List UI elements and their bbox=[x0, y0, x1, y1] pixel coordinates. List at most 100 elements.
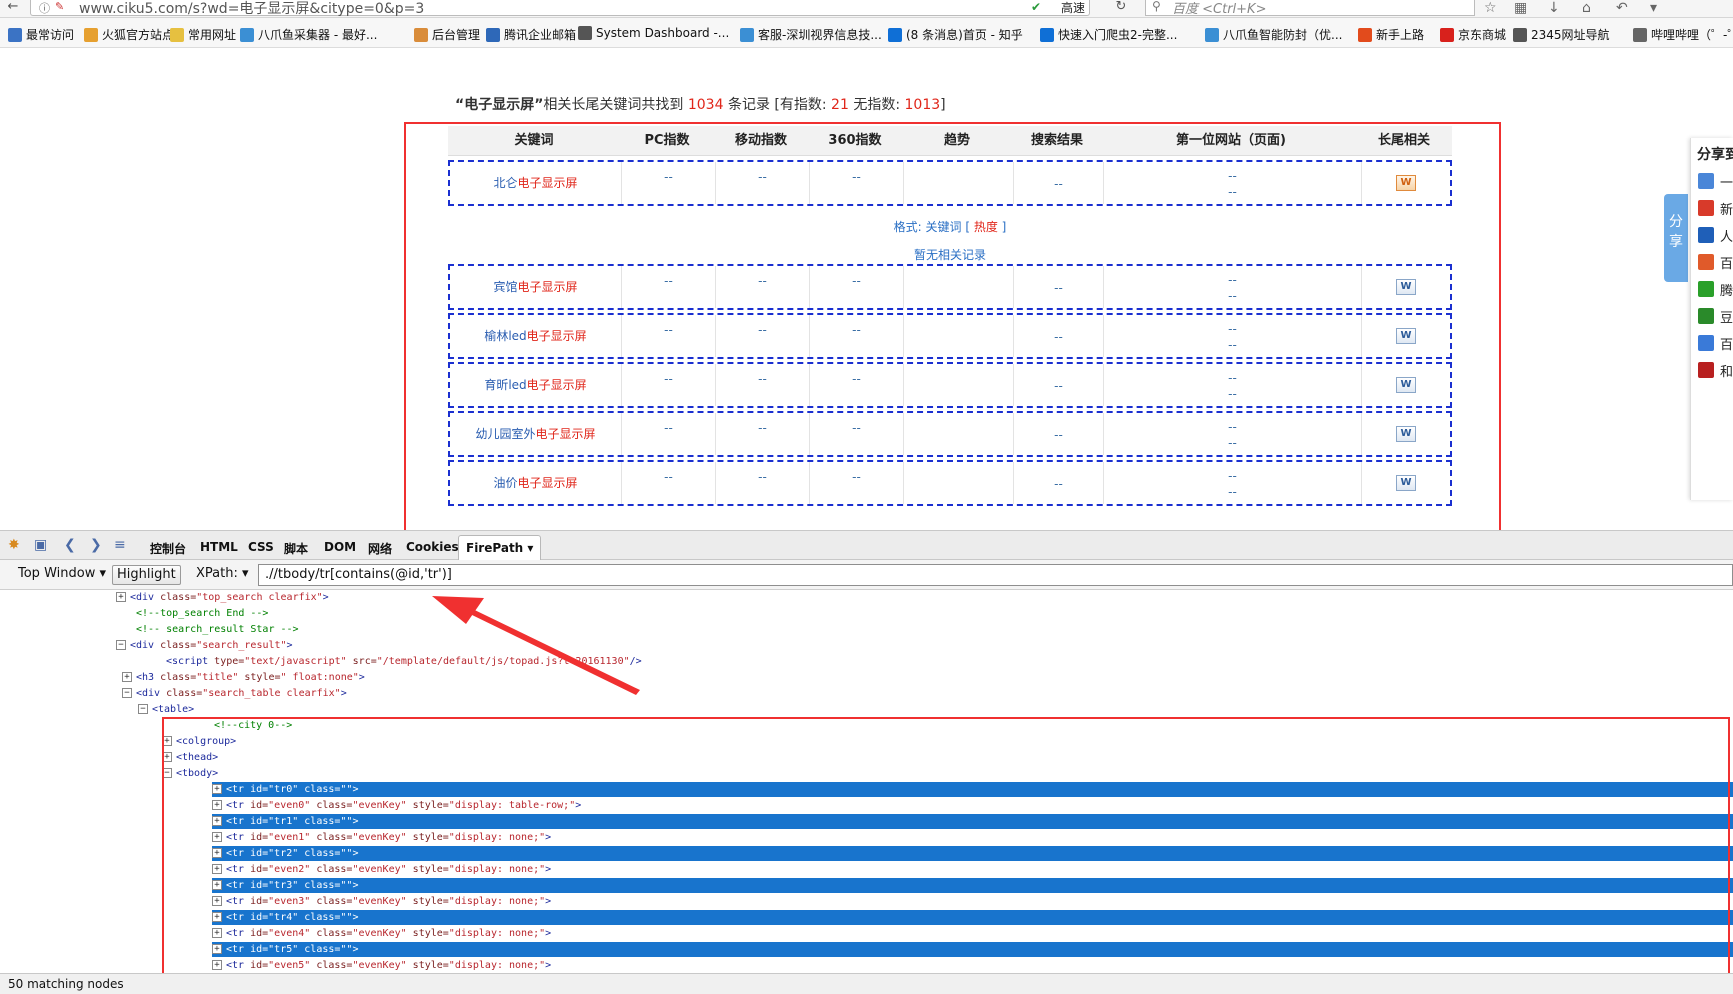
keyword-highlight[interactable]: 电子显示屏 bbox=[527, 378, 587, 392]
html-node-row[interactable]: − <tbody> bbox=[162, 766, 218, 781]
collapse-icon[interactable]: − bbox=[138, 704, 148, 714]
word-doc-icon[interactable]: W bbox=[1396, 175, 1416, 191]
keyword-cell[interactable]: 北仑电子显示屏 bbox=[450, 162, 622, 204]
xpath-dropdown[interactable]: XPath: ▾ bbox=[192, 565, 253, 585]
bookmark-item[interactable]: (8 条消息)首页 - 知乎 bbox=[888, 26, 1023, 43]
keyword-prefix[interactable]: 育昕led bbox=[484, 378, 526, 392]
share-item-label[interactable]: 人 bbox=[1720, 226, 1733, 245]
bookmark-item[interactable]: 常用网址 bbox=[170, 26, 236, 43]
expand-icon[interactable]: + bbox=[212, 848, 222, 858]
keyword-highlight[interactable]: 电子显示屏 bbox=[536, 427, 596, 441]
expand-icon[interactable]: + bbox=[212, 960, 222, 970]
html-node-row[interactable]: − <div class="search_table clearfix"> bbox=[122, 686, 347, 701]
devtools-tab-label[interactable]: 脚本 bbox=[284, 542, 308, 556]
share-item[interactable]: 新 bbox=[1698, 199, 1733, 218]
bookmark-item[interactable]: 八爪鱼采集器 - 最好... bbox=[240, 26, 377, 43]
keyword-cell[interactable]: 幼儿园室外电子显示屏 bbox=[450, 413, 622, 455]
bookmark-item[interactable]: 哔哩哔哩（゜-゜） bbox=[1633, 26, 1733, 43]
keyword-highlight[interactable]: 电子显示屏 bbox=[518, 280, 578, 294]
share-item[interactable]: 百 bbox=[1698, 334, 1733, 353]
html-node-row[interactable]: + <colgroup> bbox=[162, 734, 236, 749]
table-row[interactable]: 榆林led电子显示屏 -- -- -- -- -- -- W bbox=[448, 313, 1452, 359]
info-icon[interactable]: ⓘ bbox=[39, 0, 50, 16]
expand-icon[interactable]: + bbox=[212, 896, 222, 906]
bookmark-item[interactable]: 后台管理 bbox=[414, 26, 480, 43]
share-item[interactable]: 豆 bbox=[1698, 307, 1733, 326]
inspect-icon[interactable]: ▣ bbox=[34, 537, 47, 553]
bookmark-item[interactable]: System Dashboard -... bbox=[578, 26, 729, 40]
share-item[interactable]: 人 bbox=[1698, 226, 1733, 245]
expand-icon[interactable]: + bbox=[212, 816, 222, 826]
expand-icon[interactable]: + bbox=[116, 592, 126, 602]
dropdown-arrow-icon[interactable]: ▾ bbox=[523, 541, 533, 555]
expand-icon[interactable]: + bbox=[212, 864, 222, 874]
selected-node-row[interactable]: + <tr id="tr3" class=""> bbox=[212, 878, 1733, 893]
selected-node-row[interactable]: + <tr id="tr1" class=""> bbox=[212, 814, 1733, 829]
devtools-tab-label[interactable]: 控制台 bbox=[150, 542, 186, 556]
longtail-cell[interactable]: W bbox=[1362, 266, 1450, 308]
search-placeholder[interactable]: 百度 <Ctrl+K> bbox=[1172, 0, 1266, 17]
selected-node-row[interactable]: + <tr id="tr2" class=""> bbox=[212, 846, 1733, 861]
download-icon[interactable]: ↓ bbox=[1548, 0, 1560, 16]
keyword-cell[interactable]: 宾馆电子显示屏 bbox=[450, 266, 622, 308]
bookmark-item[interactable]: 京东商城 bbox=[1440, 26, 1506, 43]
top-window-dropdown[interactable]: Top Window ▾ bbox=[14, 565, 110, 585]
firebug-icon[interactable]: ✸ bbox=[8, 537, 20, 553]
devtools-tab[interactable]: CSS bbox=[248, 540, 274, 554]
share-item-label[interactable]: 百 bbox=[1720, 334, 1733, 353]
share-item-label[interactable]: 新 bbox=[1720, 199, 1733, 218]
xpath-input[interactable]: .//tbody/tr[contains(@id,'tr')] bbox=[258, 564, 1733, 586]
keyword-prefix[interactable]: 幼儿园室外 bbox=[475, 427, 535, 441]
forward-arrow-icon[interactable]: ❯ bbox=[90, 537, 102, 553]
devtools-tab[interactable]: 控制台 bbox=[150, 540, 186, 557]
longtail-cell[interactable]: W bbox=[1362, 413, 1450, 455]
speed-label[interactable]: 高速 bbox=[1061, 0, 1085, 16]
devtools-tab[interactable]: HTML bbox=[200, 540, 238, 554]
keyword-prefix[interactable]: 榆林led bbox=[484, 329, 526, 343]
share-item-label[interactable]: 百 bbox=[1720, 253, 1733, 272]
word-doc-icon[interactable]: W bbox=[1396, 475, 1416, 491]
expand-icon[interactable]: + bbox=[212, 800, 222, 810]
longtail-cell[interactable]: W bbox=[1362, 364, 1450, 406]
keyword-cell[interactable]: 榆林led电子显示屏 bbox=[450, 315, 622, 357]
html-node-row[interactable]: − <table> bbox=[138, 702, 194, 717]
star-icon[interactable]: ☆ bbox=[1484, 0, 1497, 16]
shield-icon[interactable]: ✔ bbox=[1031, 0, 1041, 14]
share-item-label[interactable]: 一 bbox=[1720, 172, 1733, 191]
word-doc-icon[interactable]: W bbox=[1396, 279, 1416, 295]
devtools-tab[interactable]: DOM bbox=[324, 540, 356, 554]
library-icon[interactable]: ▦ bbox=[1514, 0, 1527, 16]
search-box[interactable]: ⚲ 百度 <Ctrl+K> bbox=[1145, 0, 1475, 17]
bookmark-item[interactable]: 新手上路 bbox=[1358, 26, 1424, 43]
keyword-cell[interactable]: 油价电子显示屏 bbox=[450, 462, 622, 504]
back-arrow-icon[interactable]: ❮ bbox=[64, 537, 76, 553]
html-node-row[interactable]: + <tr id="even4" class="evenKey" style="d… bbox=[212, 926, 551, 941]
share-item[interactable]: 和 bbox=[1698, 361, 1733, 380]
html-node-row[interactable]: + <tr id="even1" class="evenKey" style="d… bbox=[212, 830, 551, 845]
word-doc-icon[interactable]: W bbox=[1396, 377, 1416, 393]
highlight-button[interactable]: Highlight bbox=[112, 565, 181, 585]
longtail-cell[interactable]: W bbox=[1362, 315, 1450, 357]
collapse-icon[interactable]: − bbox=[162, 768, 172, 778]
html-node-row[interactable]: <!--top_search End --> bbox=[136, 606, 268, 621]
keyword-prefix[interactable]: 宾馆 bbox=[493, 280, 517, 294]
url-text[interactable]: www.ciku5.com/s?wd=电子显示屏&citype=0&p=3 bbox=[79, 0, 424, 18]
share-item-label[interactable]: 和 bbox=[1720, 361, 1733, 380]
keyword-highlight[interactable]: 电子显示屏 bbox=[518, 476, 578, 490]
expand-icon[interactable]: + bbox=[212, 784, 222, 794]
expand-icon[interactable]: + bbox=[122, 672, 132, 682]
word-doc-icon[interactable]: W bbox=[1396, 328, 1416, 344]
keyword-cell[interactable]: 育昕led电子显示屏 bbox=[450, 364, 622, 406]
keyword-prefix[interactable]: 油价 bbox=[493, 476, 517, 490]
html-node-row[interactable]: + <div class="top_search clearfix"> bbox=[116, 590, 329, 605]
html-node-row[interactable]: + <tr id="even3" class="evenKey" style="d… bbox=[212, 894, 551, 909]
selected-node-row[interactable]: + <tr id="tr4" class=""> bbox=[212, 910, 1733, 925]
html-node-row[interactable]: + <tr id="even2" class="evenKey" style="d… bbox=[212, 862, 551, 877]
expand-icon[interactable]: + bbox=[162, 752, 172, 762]
expand-icon[interactable]: + bbox=[212, 832, 222, 842]
reload-icon[interactable]: ↻ bbox=[1110, 0, 1132, 16]
html-node-row[interactable]: <script type="text/javascript" src="/tem… bbox=[166, 654, 642, 669]
devtools-tab[interactable]: FirePath ▾ bbox=[458, 535, 542, 561]
share-item[interactable]: 百 bbox=[1698, 253, 1733, 272]
undo-icon[interactable]: ↶ bbox=[1616, 0, 1628, 16]
